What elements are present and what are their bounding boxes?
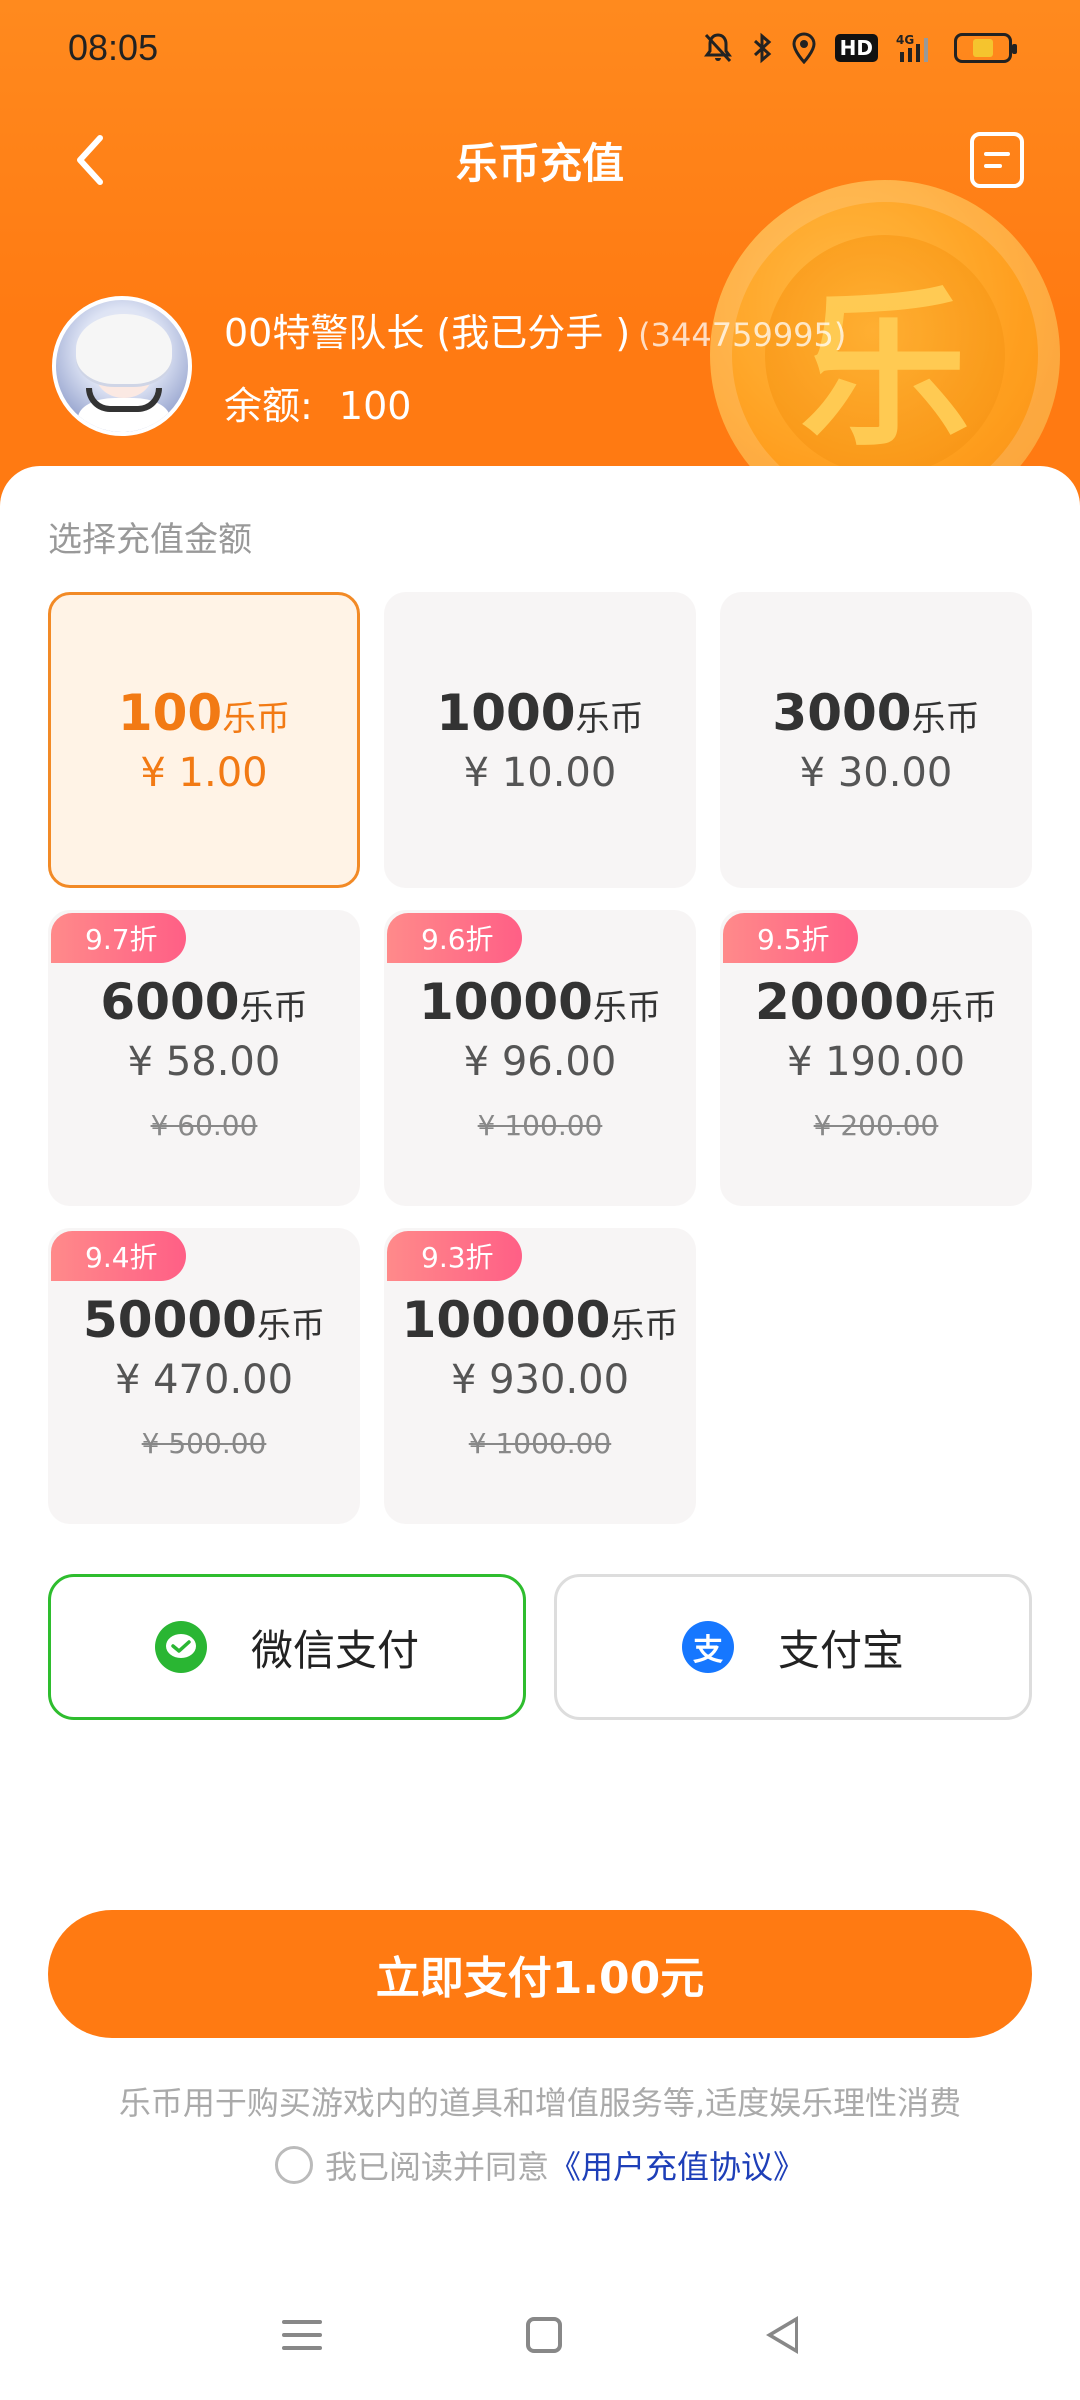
agreement-checkbox[interactable] <box>274 2146 313 2184</box>
wechat-icon <box>154 1621 207 1673</box>
location-icon <box>791 32 817 64</box>
original-price: ¥ 100.00 <box>477 1109 603 1142</box>
original-price: ¥ 500.00 <box>141 1427 267 1460</box>
package-coins: 3000 乐币 <box>772 684 979 742</box>
package-coins: 100000 乐币 <box>402 1291 679 1349</box>
page-title: 乐币充值 <box>455 138 624 188</box>
coin-unit: 乐币 <box>592 988 661 1028</box>
pay-now-button[interactable]: 立即支付1.00元 <box>48 1910 1032 2038</box>
discount-badge: 9.6折 <box>387 913 522 963</box>
coin-amount: 6000 <box>100 973 240 1031</box>
package-coins: 10000 乐币 <box>419 973 661 1031</box>
records-button[interactable] <box>970 132 1024 188</box>
status-bar: 08:05 HD 4G <box>0 0 1080 96</box>
coin-unit: 乐币 <box>928 988 997 1028</box>
package-price: ¥ 470.00 <box>114 1357 294 1403</box>
package-card-1000[interactable]: 1000 乐币 ¥ 10.00 <box>384 592 696 888</box>
package-price: ¥ 58.00 <box>127 1039 281 1085</box>
coin-amount: 50000 <box>83 1291 257 1349</box>
package-card-6000[interactable]: 9.7折 6000 乐币 ¥ 58.00 ¥ 60.00 <box>48 910 360 1206</box>
coin-unit: 乐币 <box>575 699 644 739</box>
package-coins: 50000 乐币 <box>83 1291 325 1349</box>
user-name: 00特警队长 (我已分手 ) <box>224 311 631 355</box>
alipay-button[interactable]: 支 支付宝 <box>554 1574 1032 1720</box>
wechat-pay-label: 微信支付 <box>250 1625 419 1675</box>
back-button[interactable] <box>60 130 120 190</box>
records-icon-line <box>984 164 1002 168</box>
battery-icon <box>954 33 1017 63</box>
avatar-hair <box>76 314 172 384</box>
package-coins: 1000 乐币 <box>436 684 643 742</box>
mute-bell-icon <box>703 32 733 64</box>
user-name-row: 00特警队长 (我已分手 ) (344759995) <box>224 302 846 357</box>
recent-apps-icon[interactable] <box>282 2320 322 2350</box>
agreement-link[interactable]: 《用户充值协议》 <box>549 2142 805 2188</box>
recharge-sheet: 选择充值金额 100 乐币 ¥ 1.00 1000 乐币 ¥ 10.00 3000 乐… <box>0 466 1080 2400</box>
wechat-pay-button[interactable]: 微信支付 <box>48 1574 526 1720</box>
coin-unit: 乐币 <box>256 1306 325 1346</box>
balance-label: 余额: <box>224 384 313 428</box>
package-price: ¥ 930.00 <box>450 1357 630 1403</box>
package-price: ¥ 10.00 <box>463 750 617 796</box>
package-card-3000[interactable]: 3000 乐币 ¥ 30.00 <box>720 592 1032 888</box>
chevron-left-icon <box>77 135 103 185</box>
coin-amount: 3000 <box>772 684 912 742</box>
hd-icon: HD <box>834 34 878 62</box>
home-icon[interactable] <box>526 2317 562 2353</box>
package-coins: 100 乐币 <box>118 684 290 742</box>
system-back-icon[interactable] <box>766 2316 798 2354</box>
coin-amount: 20000 <box>755 973 929 1031</box>
coin-amount: 10000 <box>419 973 593 1031</box>
discount-badge: 9.7折 <box>51 913 186 963</box>
battery-level <box>972 39 994 57</box>
package-card-10000[interactable]: 9.6折 10000 乐币 ¥ 96.00 ¥ 100.00 <box>384 910 696 1206</box>
package-price: ¥ 30.00 <box>799 750 953 796</box>
original-price: ¥ 60.00 <box>150 1109 258 1142</box>
package-card-100000[interactable]: 9.3折 100000 乐币 ¥ 930.00 ¥ 1000.00 <box>384 1228 696 1524</box>
user-info: 00特警队长 (我已分手 ) (344759995) 余额: 100 <box>224 302 846 430</box>
package-card-50000[interactable]: 9.4折 50000 乐币 ¥ 470.00 ¥ 500.00 <box>48 1228 360 1524</box>
original-price: ¥ 200.00 <box>813 1109 939 1142</box>
balance-row: 余额: 100 <box>224 375 846 430</box>
signal-4g-icon: 4G <box>896 32 936 64</box>
nav-bar: 乐币充值 <box>0 110 1080 210</box>
agreement-row: 我已阅读并同意 《用户充值协议》 <box>0 2142 1080 2188</box>
payment-methods: 微信支付 支 支付宝 <box>48 1574 1032 1720</box>
discount-badge: 9.4折 <box>51 1231 186 1281</box>
discount-badge: 9.3折 <box>387 1231 522 1281</box>
coin-amount: 1000 <box>436 684 576 742</box>
usage-notice: 乐币用于购买游戏内的道具和增值服务等,适度娱乐理性消费 <box>118 2084 962 2122</box>
alipay-icon: 支 <box>681 1621 734 1673</box>
system-navigation-bar <box>0 2270 1080 2400</box>
section-label: 选择充值金额 <box>48 520 252 560</box>
svg-text:4G: 4G <box>896 33 914 47</box>
avatar-headphones <box>86 388 162 412</box>
bluetooth-icon <box>751 32 773 64</box>
status-icons: HD 4G <box>703 32 1017 64</box>
package-price: ¥ 1.00 <box>140 750 268 796</box>
agreement-prefix: 我已阅读并同意 <box>324 2148 549 2186</box>
package-price: ¥ 96.00 <box>463 1039 617 1085</box>
balance-value: 100 <box>338 384 412 428</box>
coin-unit: 乐币 <box>222 699 291 739</box>
package-card-100[interactable]: 100 乐币 ¥ 1.00 <box>48 592 360 888</box>
records-icon-line <box>984 152 1010 156</box>
package-card-20000[interactable]: 9.5折 20000 乐币 ¥ 190.00 ¥ 200.00 <box>720 910 1032 1206</box>
alipay-label: 支付宝 <box>777 1625 904 1675</box>
coin-unit: 乐币 <box>911 699 980 739</box>
package-coins: 6000 乐币 <box>100 973 307 1031</box>
coin-amount: 100000 <box>401 1291 611 1349</box>
user-id: (344759995) <box>638 316 847 354</box>
original-price: ¥ 1000.00 <box>468 1427 612 1460</box>
user-profile: 00特警队长 (我已分手 ) (344759995) 余额: 100 <box>52 296 846 436</box>
package-price: ¥ 190.00 <box>786 1039 966 1085</box>
status-time: 08:05 <box>68 27 159 68</box>
avatar <box>52 296 192 436</box>
coin-unit: 乐币 <box>610 1306 679 1346</box>
discount-badge: 9.5折 <box>723 913 858 963</box>
coin-unit: 乐币 <box>239 988 308 1028</box>
package-coins: 20000 乐币 <box>755 973 997 1031</box>
coin-amount: 100 <box>117 684 223 742</box>
